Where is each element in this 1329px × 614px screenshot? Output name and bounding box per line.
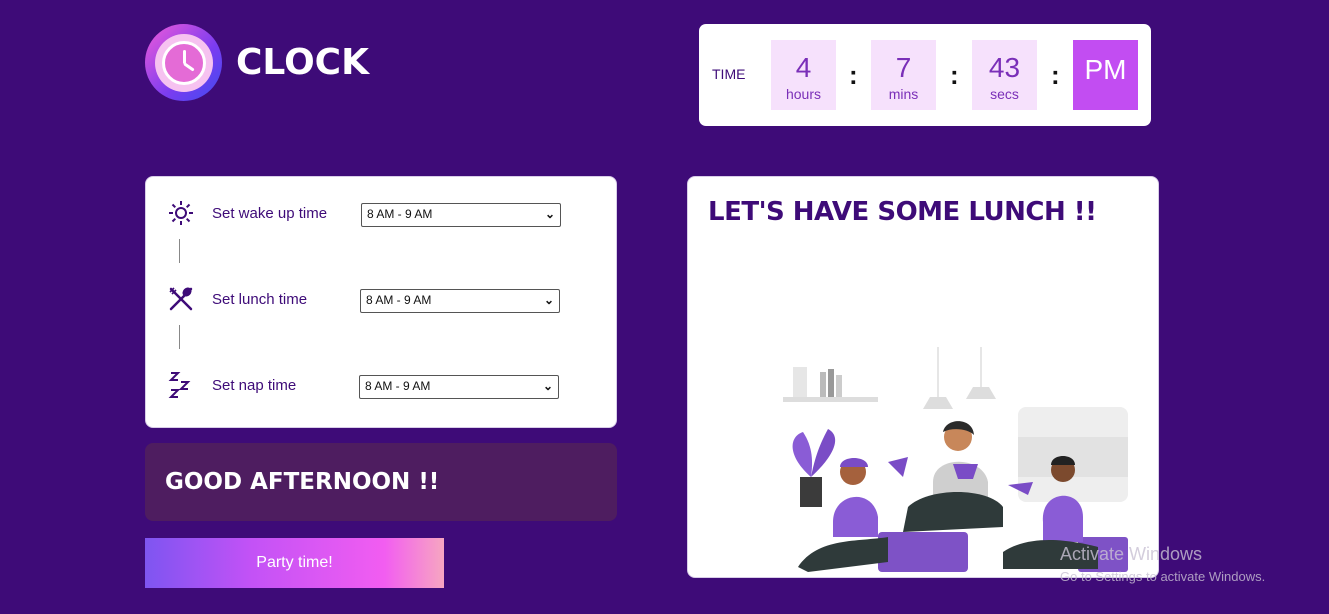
lunch-card: LET'S HAVE SOME LUNCH !! (687, 176, 1159, 578)
app-logo: CLOCK (145, 24, 369, 101)
fork-spoon-icon (166, 284, 196, 314)
wake-up-label: Set wake up time (212, 204, 328, 222)
chevron-down-icon: ⌄ (543, 293, 554, 307)
lunch-row: Set lunch time (166, 284, 362, 314)
wake-up-row: Set wake up time (166, 198, 362, 228)
sun-icon (166, 198, 196, 228)
time-separator: : (950, 60, 959, 90)
mins-label: mins (888, 86, 919, 102)
lunch-heading: LET'S HAVE SOME LUNCH !! (708, 197, 1097, 227)
hours-box: 4 hours (771, 40, 836, 110)
greeting-card: GOOD AFTERNOON !! (145, 443, 617, 521)
nap-select[interactable]: 8 AM - 9 AM ⌄ (359, 375, 559, 399)
greeting-text: GOOD AFTERNOON !! (165, 469, 440, 495)
chevron-down-icon: ⌄ (542, 379, 553, 393)
lunch-label: Set lunch time (212, 290, 308, 308)
hours-label: hours (785, 86, 822, 102)
time-label: TIME (712, 66, 746, 82)
nap-row: Set nap time (166, 370, 362, 400)
clock-icon (145, 24, 222, 101)
nap-label: Set nap time (212, 376, 297, 394)
time-separator: : (1051, 60, 1060, 90)
app-title: CLOCK (236, 42, 369, 83)
watermark-subtitle: Go to Settings to activate Windows. (1060, 569, 1266, 584)
time-settings-card: Set wake up time 8 AM - 9 AM ⌄ Set lunch… (145, 176, 617, 428)
divider (179, 325, 180, 349)
watermark-title: Activate Windows (1060, 544, 1203, 564)
meridiem-badge: PM (1073, 40, 1138, 110)
lunch-select[interactable]: 8 AM - 9 AM ⌄ (360, 289, 560, 313)
hours-value: 4 (795, 52, 812, 83)
nap-select-value: 8 AM - 9 AM (365, 379, 431, 393)
wake-up-select[interactable]: 8 AM - 9 AM ⌄ (361, 203, 561, 227)
mins-box: 7 mins (871, 40, 936, 110)
time-separator: : (849, 60, 858, 90)
secs-label: secs (990, 86, 1019, 102)
chevron-down-icon: ⌄ (544, 207, 555, 221)
secs-box: 43 secs (972, 40, 1037, 110)
wake-up-select-value: 8 AM - 9 AM (367, 207, 433, 221)
lunch-select-value: 8 AM - 9 AM (366, 293, 432, 307)
secs-value: 43 (988, 52, 1021, 83)
mins-value: 7 (895, 52, 912, 83)
divider (179, 239, 180, 263)
lunch-illustration (783, 347, 1128, 572)
sleep-zzz-icon (166, 370, 196, 400)
activation-watermark: Activate Windows Go to Settings to activ… (1060, 544, 1265, 584)
party-time-button[interactable]: Party time! (145, 538, 444, 588)
time-display: TIME 4 hours : 7 mins : 43 secs : PM (699, 24, 1151, 126)
